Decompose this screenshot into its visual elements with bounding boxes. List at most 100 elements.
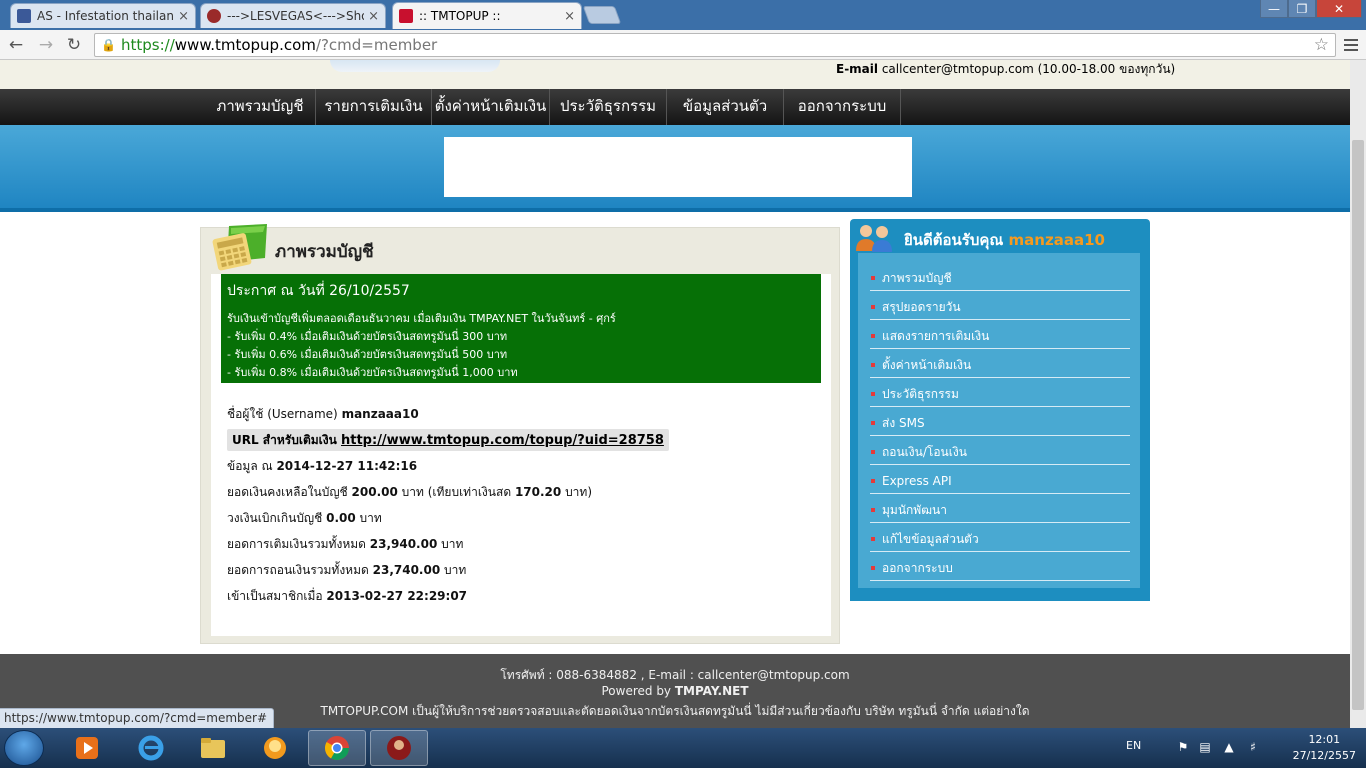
header-email: E-mail callcenter@tmtopup.com (10.00-18.… bbox=[836, 60, 1175, 79]
nav-topup-list[interactable]: รายการเติมเงิน bbox=[316, 89, 432, 125]
volume-icon[interactable]: ♯ bbox=[1246, 740, 1260, 754]
announcement-box: ประกาศ ณ วันที่ 26/10/2557 รับเงินเข้าบั… bbox=[221, 274, 821, 383]
powered-label: Powered by bbox=[601, 684, 675, 698]
sidebar-item-topup-settings[interactable]: ตั้งค่าหน้าเติมเงิน bbox=[870, 350, 1130, 378]
sidebar-item-developer[interactable]: มุมนักพัฒนา bbox=[870, 495, 1130, 523]
nav-overview[interactable]: ภาพรวมบัญชี bbox=[205, 89, 316, 125]
bullet-icon bbox=[871, 537, 875, 541]
main-nav: ภาพรวมบัญชี รายการเติมเงิน ตั้งค่าหน้าเต… bbox=[0, 89, 1350, 126]
tab-infestation[interactable]: AS - Infestation thailand × bbox=[10, 3, 196, 28]
sidebar-item-label: ออกจากระบบ bbox=[882, 561, 953, 575]
bullet-icon bbox=[871, 566, 875, 570]
data-time-row: ข้อมูล ณ 2014-12-27 11:42:16 bbox=[227, 457, 417, 476]
sidebar-menu: ภาพรวมบัญชี สรุปยอดรายวัน แสดงรายการเติม… bbox=[858, 253, 1140, 588]
maximize-button[interactable]: ❐ bbox=[1288, 0, 1316, 18]
balance-cash-value: 170.20 bbox=[514, 485, 562, 499]
close-window-button[interactable]: ✕ bbox=[1316, 0, 1362, 18]
sidebar-item-label: ประวัติธุรกรรม bbox=[882, 387, 959, 401]
announcement-line: - รับเพิ่ม 0.4% เมื่อเติมเงินด้วยบัตรเงิ… bbox=[227, 330, 508, 343]
messenger-icon[interactable] bbox=[246, 730, 304, 766]
overdraft-unit: บาท bbox=[355, 511, 382, 525]
email-value: callcenter@tmtopup.com (10.00-18.00 ของท… bbox=[878, 62, 1176, 76]
bullet-icon bbox=[871, 334, 875, 338]
site-favicon-icon bbox=[207, 9, 221, 23]
chrome-icon[interactable] bbox=[308, 730, 366, 766]
flag-icon[interactable]: ⚑ bbox=[1176, 740, 1190, 754]
bookmark-star-icon[interactable]: ☆ bbox=[1314, 35, 1329, 55]
sidebar-item-edit-profile[interactable]: แก้ไขข้อมูลส่วนตัว bbox=[870, 524, 1130, 552]
signal-icon[interactable]: ▲ bbox=[1222, 740, 1236, 754]
announcement-line: - รับเพิ่ม 0.6% เมื่อเติมเงินด้วยบัตรเงิ… bbox=[227, 348, 508, 361]
sidebar-item-topup-list[interactable]: แสดงรายการเติมเงิน bbox=[870, 321, 1130, 349]
reload-button[interactable]: ↻ bbox=[64, 35, 84, 55]
minimize-button[interactable]: — bbox=[1260, 0, 1288, 18]
close-tab-icon[interactable]: × bbox=[178, 9, 189, 24]
sidebar-item-history[interactable]: ประวัติธุรกรรม bbox=[870, 379, 1130, 407]
tab-tmtopup[interactable]: :: TMTOPUP :: × bbox=[392, 2, 582, 29]
forward-button[interactable]: → bbox=[36, 35, 56, 55]
nav-profile[interactable]: ข้อมูลส่วนตัว bbox=[667, 89, 784, 125]
game-app-icon[interactable] bbox=[370, 730, 428, 766]
lock-icon: 🔒 bbox=[101, 38, 116, 52]
sidebar-item-overview[interactable]: ภาพรวมบัญชี bbox=[870, 263, 1130, 291]
topup-total-unit: บาท bbox=[437, 537, 464, 551]
scrollbar-thumb[interactable] bbox=[1352, 140, 1364, 710]
page-scrollbar[interactable] bbox=[1350, 60, 1366, 728]
url-scheme: https:// bbox=[121, 36, 175, 54]
sidebar-item-label: ส่ง SMS bbox=[882, 416, 925, 430]
username-row: ชื่อผู้ใช้ (Username) manzaaa10 bbox=[227, 405, 419, 424]
sidebar-item-sms[interactable]: ส่ง SMS bbox=[870, 408, 1130, 436]
clock-date: 27/12/2557 bbox=[1292, 749, 1356, 762]
withdraw-total-value: 23,740.00 bbox=[372, 563, 441, 577]
url-path: /?cmd=member bbox=[315, 36, 438, 54]
withdraw-total-unit: บาท bbox=[440, 563, 467, 577]
new-tab-button[interactable] bbox=[582, 6, 622, 24]
chrome-menu-icon[interactable] bbox=[1344, 36, 1358, 52]
top-strip: E-mail callcenter@tmtopup.com (10.00-18.… bbox=[0, 60, 1350, 89]
tab-title: AS - Infestation thailand bbox=[37, 9, 175, 23]
back-button[interactable]: ← bbox=[6, 35, 26, 55]
bullet-icon bbox=[871, 363, 875, 367]
facebook-icon bbox=[17, 9, 31, 23]
powered-brand[interactable]: TMPAY.NET bbox=[675, 684, 749, 698]
nav-history[interactable]: ประวัติธุรกรรม bbox=[550, 89, 667, 125]
balance-unit: บาท (เทียบเท่าเงินสด bbox=[397, 485, 515, 499]
calculator-icon bbox=[212, 224, 267, 271]
address-bar[interactable]: 🔒 https:// www.tmtopup.com /?cmd=member … bbox=[94, 33, 1336, 57]
topup-total-label: ยอดการเติมเงินรวมทั้งหมด bbox=[227, 537, 370, 551]
tab-title: --->LESVEGAS<--->Sho bbox=[227, 9, 365, 23]
clock[interactable]: 12:01 27/12/2557 bbox=[1293, 732, 1356, 764]
language-indicator[interactable]: EN bbox=[1126, 739, 1141, 752]
sidebar-item-logout[interactable]: ออกจากระบบ bbox=[870, 553, 1130, 581]
nav-logout[interactable]: ออกจากระบบ bbox=[784, 89, 901, 125]
internet-explorer-icon[interactable] bbox=[122, 730, 180, 766]
media-player-icon[interactable] bbox=[58, 730, 116, 766]
nav-topup-settings[interactable]: ตั้งค่าหน้าเติมเงิน bbox=[432, 89, 550, 125]
data-time-value: 2014-12-27 11:42:16 bbox=[276, 459, 418, 473]
announcement-line: - รับเพิ่ม 0.8% เมื่อเติมเงินด้วยบัตรเงิ… bbox=[227, 366, 518, 379]
overdraft-label: วงเงินเบิกเกินบัญชี bbox=[227, 511, 327, 525]
sidebar-item-label: สรุปยอดรายวัน bbox=[882, 300, 961, 314]
announcement-heading: ประกาศ ณ วันที่ 26/10/2557 bbox=[227, 283, 410, 299]
site-logo[interactable] bbox=[330, 60, 500, 72]
sidebar-item-express-api[interactable]: Express API bbox=[870, 466, 1130, 494]
topup-url-link[interactable]: http://www.tmtopup.com/topup/?uid=28758 bbox=[341, 433, 664, 448]
tab-title: :: TMTOPUP :: bbox=[419, 9, 501, 23]
member-since-row: เข้าเป็นสมาชิกเมื่อ 2013-02-27 22:29:07 bbox=[227, 587, 467, 606]
sidebar-item-withdraw[interactable]: ถอนเงิน/โอนเงิน bbox=[870, 437, 1130, 465]
balance-label: ยอดเงินคงเหลือในบัญชี bbox=[227, 485, 352, 499]
tab-lesvegas[interactable]: --->LESVEGAS<--->Sho × bbox=[200, 3, 386, 28]
network-device-icon[interactable]: ▤ bbox=[1198, 740, 1212, 754]
file-explorer-icon[interactable] bbox=[184, 730, 242, 766]
overview-title: ภาพรวมบัญชี bbox=[275, 242, 374, 262]
bullet-icon bbox=[871, 421, 875, 425]
close-tab-icon[interactable]: × bbox=[564, 9, 575, 24]
footer-contact: โทรศัพท์ : 088-6384882 , E-mail : callce… bbox=[500, 668, 850, 682]
windows-taskbar: EN ⚑ ▤ ▲ ♯ 12:01 27/12/2557 bbox=[0, 728, 1366, 768]
username-label: ชื่อผู้ใช้ (Username) bbox=[227, 407, 342, 421]
bullet-icon bbox=[871, 450, 875, 454]
users-icon bbox=[856, 225, 892, 252]
close-tab-icon[interactable]: × bbox=[368, 9, 379, 24]
sidebar-item-daily-summary[interactable]: สรุปยอดรายวัน bbox=[870, 292, 1130, 320]
start-button[interactable] bbox=[4, 730, 44, 766]
